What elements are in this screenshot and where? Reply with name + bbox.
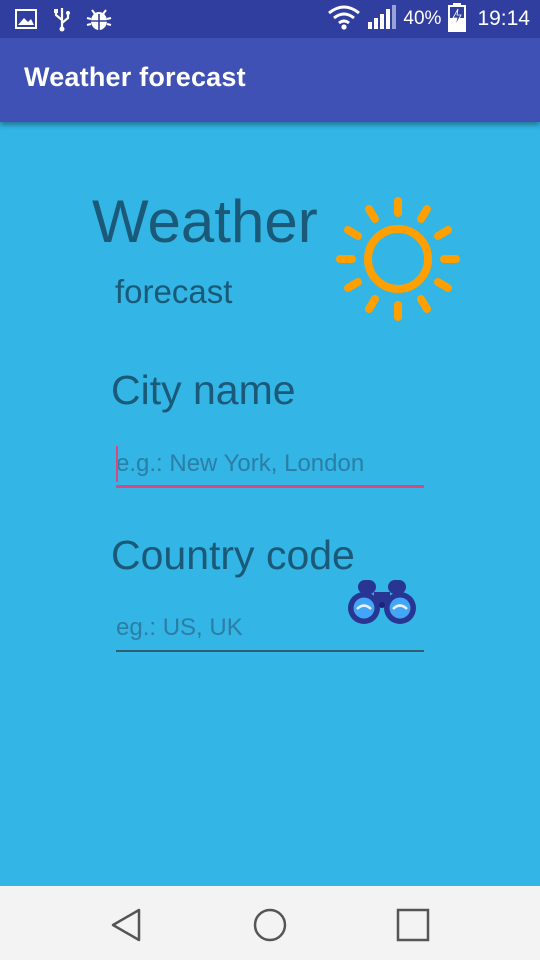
battery-percent: 40% [403, 8, 442, 29]
city-name-field-container [116, 444, 424, 488]
wifi-icon [327, 4, 361, 35]
city-name-input[interactable] [116, 444, 424, 484]
binoculars-icon [348, 580, 416, 624]
back-icon[interactable] [107, 905, 147, 945]
text-cursor [116, 446, 118, 482]
recents-icon[interactable] [393, 905, 433, 945]
main-content: Weather forecast City name Country code [0, 122, 540, 886]
sun-icon [336, 197, 460, 321]
navigation-bar [0, 886, 540, 960]
app-bar: Weather forecast [0, 38, 540, 122]
usb-icon [52, 6, 72, 37]
country-code-label: Country code [111, 532, 355, 578]
city-name-label: City name [111, 367, 296, 413]
app-bar-title: Weather forecast [24, 62, 246, 92]
battery-charging-icon [447, 2, 467, 37]
android-debug-icon [86, 6, 112, 37]
search-button[interactable] [346, 578, 418, 626]
header-title: Weather [92, 188, 318, 255]
image-icon [14, 7, 38, 36]
header-subtitle: forecast [115, 273, 233, 310]
home-icon[interactable] [250, 905, 290, 945]
signal-icon [367, 4, 397, 35]
status-bar: 40% 19:14 [0, 0, 540, 38]
clock: 19:14 [477, 7, 530, 30]
